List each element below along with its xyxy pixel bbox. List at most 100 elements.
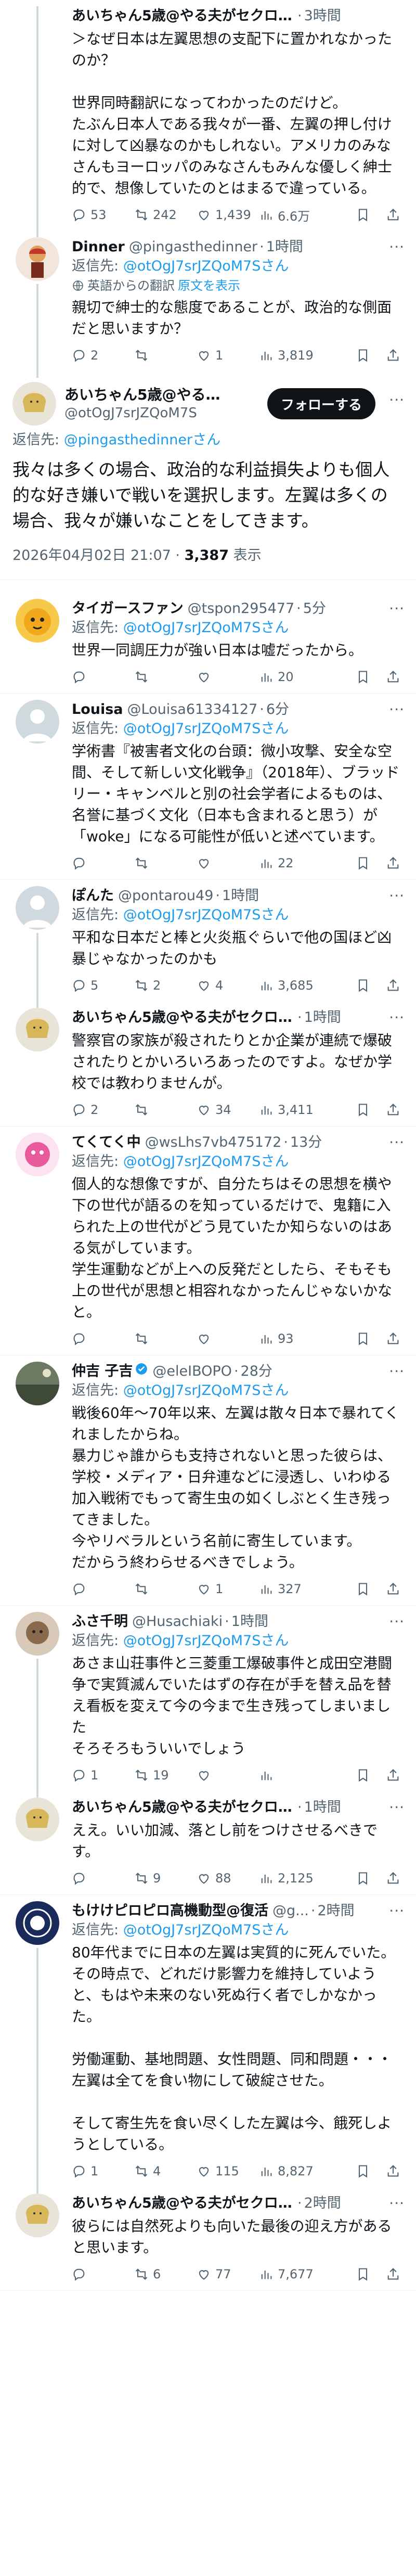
author-name[interactable]: てくてく中	[72, 1133, 141, 1152]
avatar[interactable]	[12, 382, 56, 426]
tweet-time[interactable]: 13分	[290, 1133, 322, 1152]
tweet-time[interactable]: 2時間	[317, 1901, 354, 1921]
reply-tweet[interactable]: 仲吉 子吉 @eleIBOPO · 28分 ··· 返信先: @otOgJ7sr…	[0, 1355, 416, 1606]
bookmark-button[interactable]	[356, 856, 370, 870]
like-button[interactable]	[197, 856, 259, 870]
author-handle[interactable]: @g...	[272, 1901, 309, 1921]
avatar[interactable]	[16, 1798, 59, 1841]
bookmark-button[interactable]	[356, 2164, 370, 2178]
tweet-time[interactable]: 6分	[266, 700, 289, 720]
more-icon[interactable]: ···	[389, 701, 405, 718]
timestamp[interactable]: 2026年04月02日 21:07	[12, 547, 171, 563]
reply-tweet[interactable]: タイガースファン @tspon295477 · 5分 ··· 返信先: @otO…	[0, 593, 416, 694]
reply-button[interactable]: 2	[72, 1103, 134, 1117]
tweet-time[interactable]: 2時間	[304, 2194, 341, 2213]
views-button[interactable]: 3,411	[259, 1103, 337, 1117]
retweet-button[interactable]	[134, 1331, 197, 1346]
reply-tweet[interactable]: Louisa @Louisa61334127 · 6分 ··· 返信先: @ot…	[0, 694, 416, 880]
views-button[interactable]: 327	[259, 1582, 337, 1596]
avatar[interactable]	[16, 1901, 59, 1945]
share-button[interactable]	[386, 978, 400, 993]
like-button[interactable]	[197, 1331, 259, 1346]
like-button[interactable]: 1,439	[197, 208, 259, 222]
more-icon[interactable]: ···	[389, 1902, 405, 1919]
mention-link[interactable]: @pingasthedinnerさん	[64, 432, 220, 448]
views-button[interactable]: 2,125	[259, 1871, 337, 1886]
avatar[interactable]	[16, 599, 59, 643]
retweet-button[interactable]: 242	[134, 208, 197, 222]
views-button[interactable]: 7,677	[259, 2267, 337, 2282]
mention-link[interactable]: @otOgJ7srJZQoM7Sさん	[123, 1382, 289, 1399]
retweet-button[interactable]: 6	[134, 2267, 197, 2282]
like-button[interactable]: 115	[197, 2164, 259, 2178]
tweet-time[interactable]: 1時間	[222, 886, 259, 906]
like-button[interactable]	[197, 1768, 259, 1783]
reply-button[interactable]	[72, 2267, 134, 2282]
author-handle[interactable]: @Husachiaki	[132, 1612, 223, 1632]
more-icon[interactable]: ···	[389, 887, 405, 904]
bookmark-button[interactable]	[356, 1582, 370, 1596]
author-name[interactable]: あいちゃん5歳@やる夫がセクロス…	[72, 1798, 295, 1817]
bookmark-button[interactable]	[356, 348, 370, 363]
author-handle[interactable]: @pingasthedinner	[129, 237, 257, 257]
reply-button[interactable]: 53	[72, 208, 134, 222]
share-button[interactable]	[386, 670, 400, 684]
author-name[interactable]: もけけピロピロ高機動型@復活	[72, 1901, 268, 1921]
tweet-reply-dinner[interactable]: Dinner @pingasthedinner · 1時間 ··· 返信先: @otO…	[0, 231, 416, 378]
bookmark-button[interactable]	[356, 1768, 370, 1783]
mention-link[interactable]: @otOgJ7srJZQoM7Sさん	[123, 721, 289, 737]
retweet-button[interactable]	[134, 1103, 197, 1117]
retweet-button[interactable]: 2	[134, 978, 197, 993]
tweet-time[interactable]: 3時間	[304, 6, 341, 26]
like-button[interactable]: 1	[197, 1582, 259, 1596]
views-button[interactable]: 8,827	[259, 2164, 337, 2178]
avatar[interactable]	[16, 1362, 59, 1405]
more-icon[interactable]: ···	[389, 1009, 405, 1026]
bookmark-button[interactable]	[356, 208, 370, 222]
tweet-parent[interactable]: あいちゃん5歳@やる夫がセクロス… · 3時間 ＞なぜ日本は左翼思想の支配下に置かれ…	[0, 0, 416, 237]
retweet-button[interactable]: 19	[134, 1768, 197, 1783]
retweet-button[interactable]: 4	[134, 2164, 197, 2178]
share-button[interactable]	[386, 208, 400, 222]
author-handle[interactable]: @tspon295477	[188, 599, 295, 619]
author-name[interactable]: Dinner	[72, 237, 125, 257]
reply-button[interactable]	[72, 1331, 134, 1346]
author-handle[interactable]: @eleIBOPO	[152, 1362, 232, 1381]
tweet-time[interactable]: 1時間	[304, 1008, 341, 1028]
more-icon[interactable]: ···	[389, 1799, 405, 1816]
share-button[interactable]	[386, 2164, 400, 2178]
more-icon[interactable]: ···	[389, 1363, 405, 1380]
bookmark-button[interactable]	[356, 978, 370, 993]
more-icon[interactable]: ···	[389, 1613, 405, 1630]
mention-link[interactable]: @otOgJ7srJZQoM7Sさん	[123, 1633, 289, 1649]
author-name[interactable]: あいちゃん5歳@やる夫がセクロス…	[72, 2194, 295, 2213]
reply-button[interactable]: 1	[72, 2164, 134, 2178]
retweet-button[interactable]	[134, 1582, 197, 1596]
author-handle[interactable]: @Louisa61334127	[127, 700, 258, 720]
reply-button[interactable]: 1	[72, 1768, 134, 1783]
share-button[interactable]	[386, 1103, 400, 1117]
views-button[interactable]: 3,819	[259, 348, 337, 363]
tweet-time[interactable]: 1時間	[266, 237, 303, 257]
avatar[interactable]	[16, 1612, 59, 1656]
reply-button[interactable]	[72, 1871, 134, 1886]
avatar[interactable]	[16, 1133, 59, 1176]
share-button[interactable]	[386, 1331, 400, 1346]
views-button[interactable]: 3,685	[259, 978, 337, 993]
like-button[interactable]	[197, 670, 259, 684]
views-button[interactable]: 6.6万	[259, 206, 337, 224]
retweet-button[interactable]	[134, 348, 197, 363]
avatar[interactable]	[16, 886, 59, 930]
retweet-button[interactable]	[134, 856, 197, 870]
like-button[interactable]: 88	[197, 1871, 259, 1886]
tweet-time[interactable]: 1時間	[231, 1612, 268, 1632]
author-name[interactable]: Louisa	[72, 700, 123, 720]
share-button[interactable]	[386, 2267, 400, 2282]
mention-link[interactable]: @otOgJ7srJZQoM7Sさん	[123, 258, 289, 274]
author-name[interactable]: 仲吉 子吉	[72, 1362, 133, 1381]
like-button[interactable]: 4	[197, 978, 259, 993]
retweet-button[interactable]: 9	[134, 1871, 197, 1886]
author-name[interactable]: あいちゃん5歳@やる夫がセクロス…	[72, 1008, 295, 1028]
share-button[interactable]	[386, 1582, 400, 1596]
tweet-time[interactable]: 28分	[241, 1362, 272, 1381]
